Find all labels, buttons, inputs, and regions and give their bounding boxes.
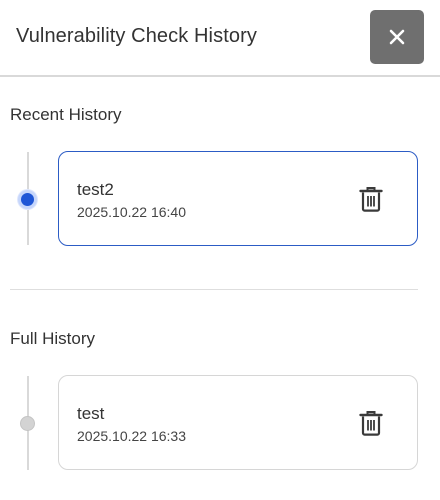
history-panel: Vulnerability Check History Recent Histo… — [0, 0, 440, 500]
close-button[interactable] — [370, 10, 424, 64]
history-card-full[interactable]: test 2025.10.22 16:33 — [58, 375, 418, 470]
section-divider — [10, 289, 418, 290]
delete-button[interactable] — [357, 184, 385, 214]
timeline-dot-active — [18, 190, 37, 209]
history-item-date: 2025.10.22 16:33 — [77, 428, 186, 444]
recent-history-heading: Recent History — [10, 105, 122, 124]
delete-button[interactable] — [357, 408, 385, 438]
history-item-date: 2025.10.22 16:40 — [77, 204, 186, 220]
history-item-name: test2 — [77, 180, 114, 199]
history-item-name: test — [77, 404, 105, 423]
panel-header: Vulnerability Check History — [0, 0, 440, 77]
full-history-heading: Full History — [10, 329, 96, 348]
history-card-recent[interactable]: test2 2025.10.22 16:40 — [58, 151, 418, 246]
panel-title: Vulnerability Check History — [16, 25, 257, 47]
timeline-dot-inactive — [20, 416, 35, 431]
trash-icon — [359, 411, 383, 436]
trash-icon — [359, 187, 383, 212]
close-icon — [389, 29, 405, 45]
